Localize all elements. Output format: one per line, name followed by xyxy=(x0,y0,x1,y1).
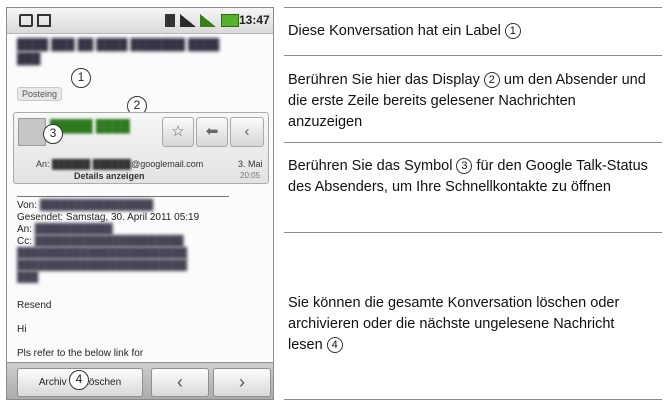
bottom-action-bar: Archiv Löschen ‹ › xyxy=(7,362,273,399)
more-icon: ‹ xyxy=(244,123,250,140)
body-hi: Hi xyxy=(17,324,27,335)
quoted-cc-cont: ███ xyxy=(17,272,39,283)
star-button[interactable]: ☆ xyxy=(162,117,194,147)
message-icon xyxy=(37,14,51,27)
status-time: 13:47 xyxy=(239,13,270,27)
next-button[interactable]: › xyxy=(213,368,271,397)
prev-icon: ‹ xyxy=(177,372,183,392)
body-link-line: Pls refer to the below link for xyxy=(17,348,144,359)
callout-1: 1 xyxy=(71,68,91,88)
next-icon: › xyxy=(239,372,245,392)
avatar[interactable] xyxy=(18,118,46,146)
details-link[interactable]: Details anzeigen xyxy=(74,171,145,181)
usb-icon xyxy=(19,14,33,27)
body-resend: Resend xyxy=(17,300,52,311)
battery-icon xyxy=(221,14,239,27)
callout-3: 3 xyxy=(43,124,63,144)
quoted-from: Von: ████████████████ xyxy=(17,200,154,211)
marker-4: 4 xyxy=(326,337,343,353)
reply-icon: ⬅ xyxy=(205,123,219,140)
prev-button[interactable]: ‹ xyxy=(151,368,209,397)
more-button[interactable]: ‹ xyxy=(230,117,264,147)
subject-blurred: ████ ███ ██ ████ ███████ ████ xyxy=(17,39,220,51)
quoted-cc-cont: ████████████████████████ xyxy=(17,248,188,259)
reply-button[interactable]: ⬅ xyxy=(196,117,228,147)
description-table: Diese Konversation hat ein Label 1 Berüh… xyxy=(284,7,662,400)
marker-3: 3 xyxy=(456,158,473,174)
phone-screenshot: 13:47 ████ ███ ██ ████ ███████ ████ ███ … xyxy=(6,7,274,400)
quote-divider xyxy=(17,196,229,197)
description-row-1: Diese Konversation hat ein Label 1 xyxy=(284,8,662,56)
star-icon: ☆ xyxy=(171,123,185,140)
sender-card[interactable]: █████ ████ ☆ ⬅ ‹ An: ██████ ██████@googl… xyxy=(13,112,269,184)
marker-2: 2 xyxy=(483,72,500,88)
quoted-cc-cont: ████████████████████████ xyxy=(17,260,188,271)
quoted-cc: Cc: █████████████████████ xyxy=(17,236,184,247)
marker-1: 1 xyxy=(504,23,521,39)
label-tag[interactable]: Posteing xyxy=(17,87,63,101)
signal-icon xyxy=(180,14,196,27)
message-date: 3. Mai xyxy=(238,159,263,169)
signal-icon xyxy=(200,14,216,27)
sd-card-icon xyxy=(165,14,175,27)
quoted-to: An: ███████████ xyxy=(17,224,113,235)
quoted-sent: Gesendet: Samstag, 30. April 2011 05:19 xyxy=(17,212,200,223)
callout-4: 4 xyxy=(69,370,89,390)
status-bar: 13:47 xyxy=(7,8,273,34)
subject-blurred: ███ xyxy=(17,53,41,65)
recipient-line: An: ██████ ██████@googlemail.com xyxy=(36,159,204,169)
description-row-2: Berühren Sie hier das Display 2 um den A… xyxy=(284,56,662,143)
message-time: 20:05 xyxy=(240,171,261,180)
description-row-4: Sie können die gesamte Konversation lösc… xyxy=(288,295,620,353)
description-row-3: Berühren Sie das Symbol 3 für den Google… xyxy=(284,143,662,233)
